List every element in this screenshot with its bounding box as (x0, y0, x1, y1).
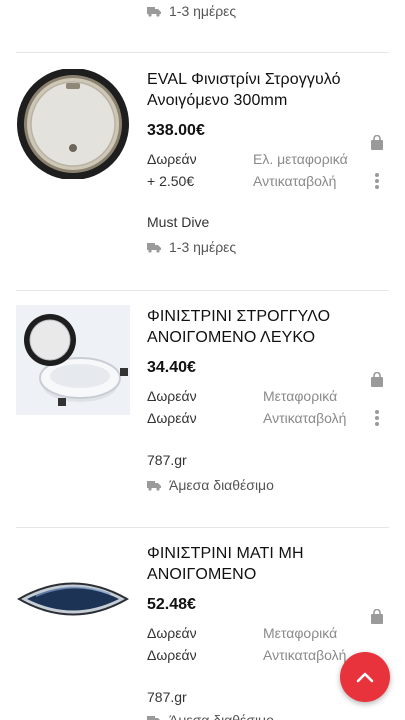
shipping-cost: Δωρεάν (147, 625, 197, 641)
delivery-text: 1-3 ημέρες (169, 3, 237, 19)
shopping-bag-icon[interactable] (370, 135, 384, 151)
delivery-info: 1-3 ημέρες (147, 239, 236, 255)
truck-icon (147, 242, 161, 253)
more-vertical-icon[interactable] (370, 409, 384, 427)
seller-name[interactable]: 787.gr (147, 452, 187, 468)
truck-icon (147, 715, 161, 720)
seller-name[interactable]: Must Dive (147, 214, 209, 230)
product-card[interactable]: EVAL Φινιστρίνι Στρογγυλό Ανοιγόμενο 300… (0, 53, 405, 290)
more-vertical-icon[interactable] (370, 172, 384, 190)
cod-label: Αντικαταβολή (263, 410, 347, 426)
cod-label: Αντικαταβολή (263, 647, 347, 663)
product-title[interactable]: ΦΙΝΙΣΤΡΙΝΙ ΜΑΤΙ ΜΗ ΑΝΟΙΓΟΜΕΝΟ (147, 543, 369, 585)
truck-icon (147, 480, 161, 491)
delivery-info: Άμεσα διαθέσιμο (147, 712, 274, 720)
shipping-label: Ελ. μεταφορικά (253, 151, 348, 167)
delivery-text: 1-3 ημέρες (169, 239, 237, 255)
cod-cost: Δωρεάν (147, 647, 197, 663)
product-price: 52.48€ (147, 596, 196, 613)
shipping-label: Μεταφορικά (263, 625, 338, 641)
cod-cost: Δωρεάν (147, 410, 197, 426)
shopping-bag-icon[interactable] (370, 609, 384, 625)
delivery-text: Άμεσα διαθέσιμο (169, 477, 274, 493)
truck-icon (147, 6, 161, 17)
seller-name[interactable]: 787.gr (147, 689, 187, 705)
delivery-info: 1-3 ημέρες (147, 3, 236, 19)
round-porthole-image[interactable] (16, 69, 130, 179)
product-card[interactable]: ΦΙΝΙΣΤΡΙΝΙ ΣΤΡΟΓΓΥΛΟ ΑΝΟΙΓΟΜΕΝΟ ΛΕΥΚΟ 34… (0, 291, 405, 527)
white-opening-porthole-image[interactable] (16, 305, 130, 415)
previous-product-partial: 1-3 ημέρες (0, 0, 405, 52)
shopping-bag-icon[interactable] (370, 372, 384, 388)
delivery-info: Άμεσα διαθέσιμο (147, 477, 274, 493)
shipping-label: Μεταφορικά (263, 388, 338, 404)
scroll-to-top-button[interactable] (340, 652, 390, 702)
shipping-cost: Δωρεάν (147, 388, 197, 404)
product-price: 338.00€ (147, 122, 205, 139)
eye-shaped-porthole-image[interactable] (16, 544, 130, 654)
chevron-up-icon (356, 672, 374, 683)
product-price: 34.40€ (147, 359, 196, 376)
product-title[interactable]: ΦΙΝΙΣΤΡΙΝΙ ΣΤΡΟΓΓΥΛΟ ΑΝΟΙΓΟΜΕΝΟ ΛΕΥΚΟ (147, 306, 369, 348)
product-title[interactable]: EVAL Φινιστρίνι Στρογγυλό Ανοιγόμενο 300… (147, 69, 369, 111)
delivery-text: Άμεσα διαθέσιμο (169, 712, 274, 720)
cod-cost: + 2.50€ (147, 173, 195, 189)
shipping-cost: Δωρεάν (147, 151, 197, 167)
cod-label: Αντικαταβολή (253, 173, 337, 189)
